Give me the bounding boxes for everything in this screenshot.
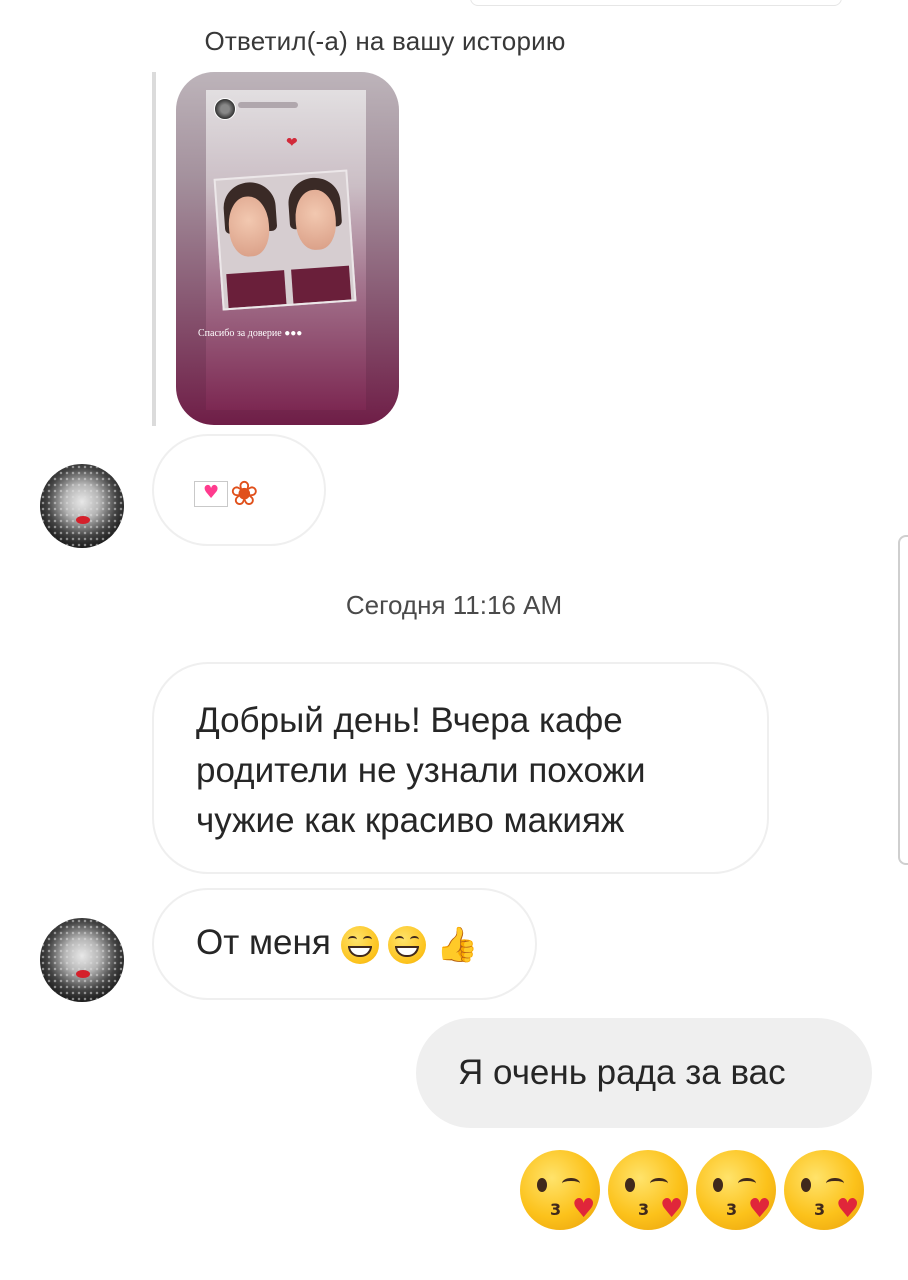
emoji-group: ♥ ❀ bbox=[194, 474, 259, 514]
face-blowing-kiss-icon: 3 ♥ bbox=[784, 1150, 864, 1230]
message-bubble-outgoing[interactable]: Я очень рада за вас bbox=[416, 1018, 872, 1128]
love-letter-icon: ♥ bbox=[194, 481, 228, 507]
previous-message-bubble-edge bbox=[470, 0, 842, 6]
grinning-face-icon bbox=[340, 925, 379, 964]
scrollbar[interactable] bbox=[898, 535, 908, 865]
message-line: чужие как красиво макияж bbox=[196, 801, 625, 840]
message-text: Я очень рада за вас bbox=[458, 1053, 786, 1092]
story-photo bbox=[213, 169, 357, 311]
story-reply-caption: Ответил(-а) на вашу историю bbox=[204, 26, 566, 56]
lips-icon: ❤ bbox=[286, 134, 298, 150]
message-line: родители не узнали похожи bbox=[196, 751, 646, 790]
story-author-avatar bbox=[214, 98, 236, 120]
grinning-face-icon bbox=[388, 925, 427, 964]
thumbs-up-icon: 👍 bbox=[436, 924, 479, 965]
message-text-content: От меня bbox=[196, 923, 331, 962]
story-author-name bbox=[238, 102, 298, 108]
message-text: От меня 👍 bbox=[196, 918, 478, 970]
timestamp: Сегодня 11:16 AM bbox=[345, 590, 563, 620]
message-bubble-emoji[interactable]: ♥ ❀ bbox=[152, 434, 326, 546]
message-bubble[interactable]: Добрый день! Вчера кафе родители не узна… bbox=[152, 662, 769, 874]
message-text: Добрый день! Вчера кафе родители не узна… bbox=[196, 696, 646, 846]
story-preview[interactable]: ❤ Спасибо за доверие ●●● bbox=[176, 72, 399, 425]
face-blowing-kiss-icon: 3 ♥ bbox=[520, 1150, 600, 1230]
kissing-face-icon: ●●● bbox=[284, 328, 303, 339]
face-blowing-kiss-icon: 3 ♥ bbox=[608, 1150, 688, 1230]
story-caption: Спасибо за доверие ●●● bbox=[198, 328, 302, 339]
reply-quote-line bbox=[152, 72, 156, 426]
face-blowing-kiss-icon: 3 ♥ bbox=[696, 1150, 776, 1230]
story-caption-text: Спасибо за доверие bbox=[198, 328, 282, 339]
avatar[interactable] bbox=[40, 918, 124, 1002]
emoji-message[interactable]: 3 ♥ 3 ♥ 3 ♥ 3 ♥ bbox=[520, 1150, 880, 1240]
message-line: Добрый день! Вчера кафе bbox=[196, 701, 623, 740]
maple-leaf-icon: ❀ bbox=[230, 474, 259, 514]
message-bubble[interactable]: От меня 👍 bbox=[152, 888, 537, 1000]
photo-profile-view bbox=[216, 176, 290, 309]
photo-front-view bbox=[281, 172, 355, 304]
avatar[interactable] bbox=[40, 464, 124, 548]
